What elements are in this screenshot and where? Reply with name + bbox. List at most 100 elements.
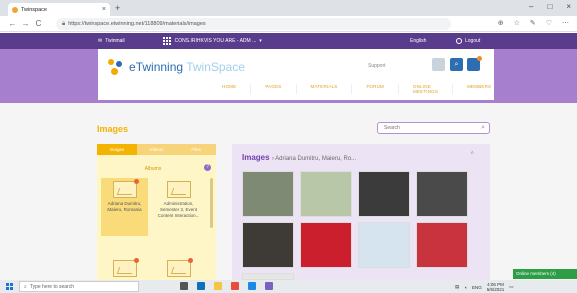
etwinning-logo[interactable]: eTwinning TwinSpace	[106, 57, 245, 77]
app-icon[interactable]	[231, 282, 239, 290]
friendship-circle-photo[interactable]	[358, 222, 410, 268]
menu-icon[interactable]: ⋯	[562, 19, 569, 27]
teams-icon[interactable]	[265, 282, 273, 290]
album-folder-icon	[166, 258, 193, 277]
power-icon	[456, 38, 462, 44]
language-indicator[interactable]: ENG	[472, 285, 482, 290]
albums-heading: Albums	[144, 166, 162, 172]
volume-icon[interactable]: ◖	[464, 285, 467, 290]
network-icon[interactable]: ▤	[455, 284, 459, 290]
mail-app-icon[interactable]	[248, 282, 256, 290]
gallery-breadcrumb: › Adriana Dumitru, Maieru, Ro...	[271, 156, 357, 162]
album-badge	[133, 258, 139, 263]
girl-portrait-photo[interactable]	[242, 222, 294, 268]
album-folder-icon	[112, 258, 139, 277]
romanian-flag-photo[interactable]	[300, 222, 352, 268]
twinmail-link[interactable]: ✉︎ Twinmail	[98, 38, 125, 44]
album-item[interactable]: Adriana Dumitru, Maieru, Romania	[101, 178, 148, 236]
collections-icon[interactable]: ✎	[530, 19, 536, 27]
omnibox[interactable]: 🔒︎ https://twinspace.etwinning.net/11880…	[56, 18, 451, 30]
album-badge	[133, 179, 139, 184]
lock-icon: 🔒︎	[62, 20, 66, 27]
album-label: Adriana Dumitru, Maieru, Romania	[107, 201, 142, 212]
notifications-icon[interactable]: ▭	[509, 284, 513, 290]
notifications-button[interactable]	[467, 56, 482, 71]
heart-drawing-photo[interactable]	[416, 222, 468, 268]
zoom-icon[interactable]: ⊕	[498, 19, 504, 27]
album-folder-icon	[166, 181, 191, 198]
nav-forum[interactable]: FORUM	[352, 84, 399, 94]
chevron-down-icon: ▾	[259, 38, 262, 44]
pinned-apps	[180, 282, 273, 290]
album-item[interactable]: Administration, Semester 2, Event Conten…	[155, 181, 202, 219]
video-call-photo[interactable]	[416, 171, 468, 217]
file-explorer-icon[interactable]	[214, 282, 222, 290]
search-input[interactable]	[378, 123, 473, 133]
windows-start-icon[interactable]	[6, 283, 13, 290]
taskbar-search[interactable]: ⌕ Type here to search	[19, 281, 139, 292]
url-text[interactable]: https://twinspace.etwinning.net/118809/m…	[68, 21, 205, 27]
album-item[interactable]	[155, 258, 202, 277]
context-selector[interactable]: CONS.IRIHKVIS YOU ARE - ADM ... ▾	[162, 37, 262, 45]
maximize-button[interactable]: □	[547, 2, 552, 11]
back-button[interactable]: ←	[6, 19, 19, 28]
header-card: eTwinning TwinSpace Support ⌕ HOME PAGES…	[98, 49, 494, 100]
site-header: eTwinning TwinSpace Support ⌕ HOME PAGES…	[0, 49, 577, 103]
profile-icon[interactable]: ♡	[546, 19, 552, 27]
notification-badge	[477, 56, 482, 61]
user-avatar-button[interactable]	[432, 58, 445, 71]
albums-scrollbar[interactable]	[210, 178, 213, 228]
slides-grid-photo[interactable]	[358, 171, 410, 217]
nav-online-meetings[interactable]: ONLINE MEETINGS	[399, 84, 454, 94]
nav-materials[interactable]: MATERIALS	[297, 84, 353, 94]
support-link[interactable]: Support	[368, 63, 386, 69]
album-folder-icon	[112, 179, 139, 198]
tree-poster-photo[interactable]	[300, 171, 352, 217]
reload-button[interactable]: C	[32, 19, 45, 28]
nav-home[interactable]: HOME	[208, 84, 252, 94]
close-tab-icon[interactable]: ×	[102, 6, 106, 13]
tab-title: Twinspace	[21, 6, 47, 13]
online-members-badge[interactable]: Online members (4)	[513, 269, 577, 279]
logo-twinning: Twinning	[135, 60, 184, 74]
search-button[interactable]: ⌕	[450, 58, 463, 71]
language-selector[interactable]: English	[410, 38, 426, 44]
favicon-icon	[12, 6, 18, 13]
edge-icon[interactable]	[197, 282, 205, 290]
minimize-button[interactable]: –	[529, 2, 533, 11]
browser-tab[interactable]: Twinspace ×	[8, 3, 110, 16]
nav-members[interactable]: MEMBERS	[453, 84, 505, 94]
page-title: Images	[97, 124, 129, 134]
logo-twinspace: TwinSpace	[186, 60, 245, 74]
classroom-photo[interactable]	[242, 171, 294, 217]
task-view-icon[interactable]	[180, 282, 188, 290]
media-type-tabs: Images Videos Files	[97, 144, 217, 155]
clock[interactable]: 4:06 PM 5/6/2021	[487, 282, 505, 292]
album-item[interactable]	[101, 258, 148, 277]
album-badge	[187, 258, 193, 263]
help-icon[interactable]: ?	[204, 164, 211, 171]
address-bar: ← → C 🔒︎ https://twinspace.etwinning.net…	[0, 16, 577, 32]
friendship-letters-photo[interactable]	[242, 273, 294, 280]
site-topbar: ✉︎ Twinmail CONS.IRIHKVIS YOU ARE - ADM …	[0, 33, 577, 49]
tab-images[interactable]: Images	[97, 144, 137, 155]
album-label: Administration, Semester 2, Event Conten…	[157, 201, 200, 218]
new-tab-button[interactable]: +	[115, 3, 120, 13]
collapse-icon[interactable]: ˄	[470, 151, 474, 157]
windows-taskbar: ⌕ Type here to search ▤ ◖ ENG 4:06 PM 5/…	[0, 280, 577, 293]
system-tray: ▤ ◖ ENG 4:06 PM 5/6/2021 ▭	[455, 282, 514, 292]
search-icon[interactable]: ⌕	[481, 124, 485, 132]
tab-files[interactable]: Files	[176, 144, 217, 155]
favorite-star-icon[interactable]: ☆	[514, 19, 520, 27]
close-window-button[interactable]: ×	[566, 2, 571, 11]
browser-tabstrip: Twinspace × + – □ ×	[0, 0, 577, 16]
main-content: Images ⌕ Images Videos Files Albums ? Ad…	[0, 103, 577, 280]
logo-e: e	[129, 60, 136, 74]
browser-actions: ⊕ ☆ ✎ ♡ ⋯	[498, 19, 569, 27]
nav-pages[interactable]: PAGES	[251, 84, 297, 94]
forward-button[interactable]: →	[19, 19, 32, 28]
gallery-title: Images › Adriana Dumitru, Maieru, Ro...	[242, 153, 357, 162]
apps-grid-icon	[162, 37, 171, 45]
logout-link[interactable]: Logout	[456, 38, 480, 44]
tab-videos[interactable]: Videos	[136, 144, 177, 155]
